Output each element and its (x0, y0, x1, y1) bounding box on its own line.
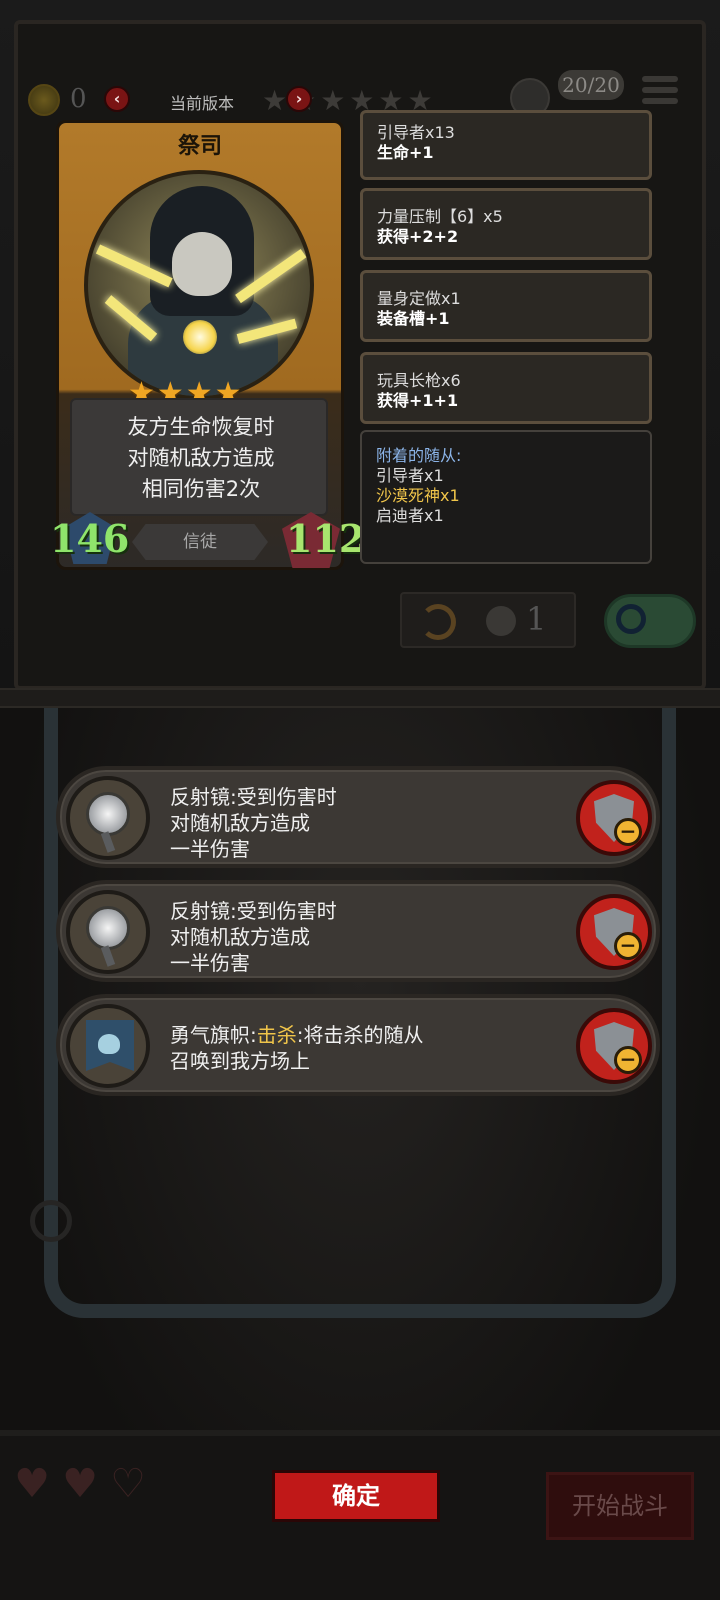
mirror-icon (66, 776, 150, 860)
unequip-button[interactable]: − (576, 894, 652, 970)
equipment-line: 反射镜:受到伤害时 (170, 785, 337, 809)
confirm-button[interactable]: 确定 (272, 1470, 440, 1522)
unequip-button[interactable]: − (576, 1008, 652, 1084)
buff-panel: 玩具长枪x6 获得+1+1 (360, 352, 652, 424)
skull-icon (98, 1034, 120, 1054)
coin-icon (28, 84, 60, 116)
priest-face (172, 232, 232, 296)
buff-effect: 获得+1+1 (377, 391, 459, 410)
equipment-row[interactable]: 反射镜:受到伤害时 对随机敌方造成 一半伤害 − (56, 880, 660, 982)
version-label: 当前版本 (170, 94, 235, 113)
unequip-button[interactable]: − (576, 780, 652, 856)
equipment-description: 勇气旗帜:击杀:将击杀的随从 召唤到我方场上 (170, 1022, 424, 1074)
equipment-line: 一半伤害 (170, 951, 250, 975)
buff-title: 玩具长枪x6 (377, 371, 461, 390)
buff-effect: 装备槽+1 (377, 309, 450, 328)
ability-line: 友方生命恢复时 (127, 415, 275, 439)
refresh-cost: 1 (526, 600, 547, 638)
refresh-icon (420, 604, 456, 640)
mirror-glass (86, 906, 130, 950)
ability-line: 对随机敌方造成 (127, 446, 275, 470)
minion-card[interactable]: 祭司 ★★★★ 友方生命恢复时 对随机敌方造成 相同伤害2次 信徒 146 11… (50, 120, 365, 570)
prev-version-button[interactable]: ‹ (104, 86, 130, 112)
attached-item: 启迪者x1 (376, 506, 444, 525)
buff-panel: 引导者x13 生命+1 (360, 110, 652, 180)
minus-icon: − (614, 1046, 642, 1074)
minus-icon: − (614, 818, 642, 846)
equipment-line: 对随机敌方造成 (170, 925, 310, 949)
equipment-prefix: 勇气旗帜: (170, 1023, 257, 1047)
keyword-kill: 击杀 (256, 1023, 297, 1047)
coin-icon (486, 606, 516, 636)
minus-icon: − (614, 932, 642, 960)
coin-count: 0 (70, 84, 87, 114)
buff-panel: 力量压制【6】x5 获得+2+2 (360, 188, 652, 260)
tier-counter: 20/20 (558, 70, 624, 100)
banner-icon (66, 1004, 150, 1088)
attached-item: 引导者x1 (376, 466, 444, 485)
search-icon (616, 604, 646, 634)
equipment-line: 一半伤害 (170, 837, 250, 861)
buff-effect: 获得+2+2 (377, 227, 459, 246)
attached-minions-panel: 附着的随从: 引导者x1 沙漠死神x1 启迪者x1 (360, 430, 652, 564)
equipment-line: 反射镜:受到伤害时 (170, 899, 337, 923)
attached-item: 沙漠死神x1 (376, 486, 460, 505)
ability-line: 相同伤害2次 (141, 477, 261, 501)
equipment-line: 召唤到我方场上 (170, 1049, 310, 1073)
mirror-glass (86, 792, 130, 836)
equipment-line: 勇气旗帜:击杀:将击杀的随从 (170, 1022, 424, 1048)
heart-icon: ♥ (14, 1461, 50, 1507)
attack-value: 146 (50, 516, 130, 561)
ability-text-box: 友方生命恢复时 对随机敌方造成 相同伤害2次 (70, 398, 328, 516)
buff-effect: 生命+1 (377, 143, 434, 162)
light-orb (183, 320, 217, 354)
buff-title: 引导者x13 (377, 123, 455, 142)
buff-panel: 量身定做x1 装备槽+1 (360, 270, 652, 342)
minion-name: 祭司 (177, 134, 222, 159)
equipment-row[interactable]: 反射镜:受到伤害时 对随机敌方造成 一半伤害 − (56, 766, 660, 868)
buff-title: 量身定做x1 (377, 289, 461, 308)
heart-icon: ♥ (62, 1461, 98, 1507)
search-icon[interactable] (30, 1200, 72, 1242)
health-value: 112 (286, 516, 366, 561)
mirror-icon (66, 890, 150, 974)
next-version-button[interactable]: › (286, 86, 312, 112)
tribe-ribbon: 信徒 (132, 524, 268, 560)
equipment-line: 对随机敌方造成 (170, 811, 310, 835)
heart-empty-icon: ♡ (110, 1461, 146, 1507)
buff-title: 力量压制【6】x5 (377, 207, 503, 226)
panel-separator (0, 688, 720, 708)
equipment-row[interactable]: 勇气旗帜:击杀:将击杀的随从 召唤到我方场上 − (56, 994, 660, 1096)
minion-portrait (84, 170, 314, 400)
equipment-description: 反射镜:受到伤害时 对随机敌方造成 一半伤害 (170, 784, 337, 862)
menu-icon[interactable] (642, 76, 678, 108)
equipment-rest: :将击杀的随从 (296, 1023, 424, 1047)
start-battle-button[interactable]: 开始战斗 (546, 1472, 694, 1540)
equipment-description: 反射镜:受到伤害时 对随机敌方造成 一半伤害 (170, 898, 337, 976)
attached-header: 附着的随从: (376, 446, 462, 465)
